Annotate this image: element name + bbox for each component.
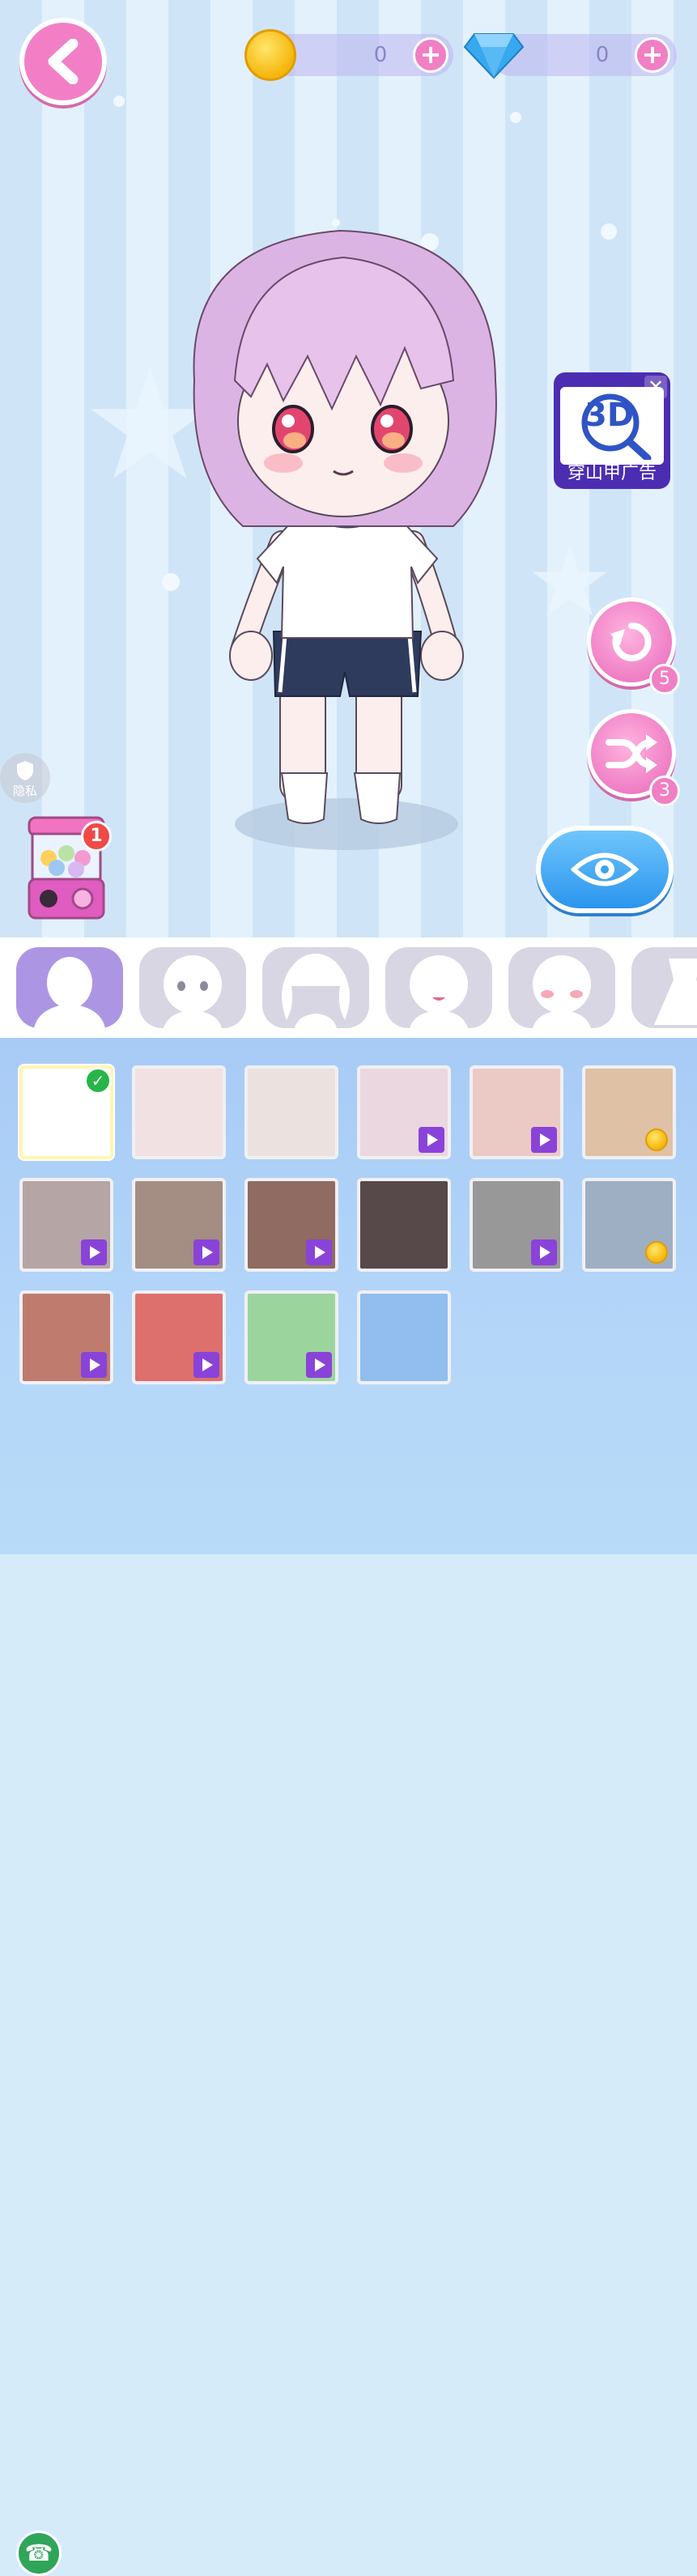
video-ad-icon [81, 1352, 107, 1378]
tab-mouth[interactable] [385, 947, 492, 1028]
ad-label: 穿山甲广告 [567, 463, 657, 483]
color-swatch[interactable] [470, 1178, 563, 1272]
face-icon [164, 955, 222, 1028]
privacy-button[interactable]: 隐私 [0, 753, 50, 803]
color-swatch[interactable] [582, 1065, 676, 1159]
coin-icon [244, 29, 296, 81]
ad-close-button[interactable]: ✕ [644, 376, 667, 398]
preview-button[interactable] [536, 826, 674, 913]
back-button[interactable] [19, 18, 107, 105]
ad-image: 3D [560, 387, 664, 465]
gacha-notification-badge: 1 [81, 821, 112, 852]
color-swatch[interactable]: ✓ [19, 1065, 113, 1159]
video-ad-icon [306, 1352, 332, 1378]
dress-icon [654, 959, 697, 1025]
color-swatch[interactable] [244, 1178, 338, 1272]
color-swatch[interactable] [582, 1178, 676, 1272]
magnifier-icon [581, 393, 652, 460]
chevron-left-icon [48, 39, 79, 84]
video-ad-icon [81, 1239, 107, 1265]
video-ad-icon [531, 1127, 557, 1153]
privacy-label: 隐私 [12, 784, 37, 798]
undo-icon [610, 622, 652, 661]
tab-hair[interactable] [262, 947, 369, 1028]
randomize-count-badge: 3 [649, 776, 680, 806]
coin-icon [645, 1129, 668, 1151]
video-ad-icon [306, 1239, 332, 1265]
check-icon: ✓ [84, 1067, 112, 1095]
coin-count: 0 [373, 43, 388, 67]
video-ad-icon [193, 1352, 219, 1378]
color-swatch[interactable] [132, 1178, 226, 1272]
add-diamonds-button[interactable]: + [635, 37, 670, 73]
phone-button[interactable]: ☎ [16, 2531, 62, 2576]
undo-count-badge: 5 [649, 664, 680, 695]
video-ad-icon [419, 1127, 444, 1153]
hair-icon [282, 954, 350, 1028]
color-swatch[interactable] [357, 1178, 451, 1272]
color-swatch[interactable] [470, 1065, 563, 1159]
shuffle-icon [606, 734, 657, 773]
tab-face[interactable] [139, 947, 246, 1028]
color-swatch[interactable] [132, 1065, 226, 1159]
shield-icon [17, 761, 33, 780]
tab-body-skin[interactable] [16, 947, 123, 1028]
color-swatch[interactable] [19, 1178, 113, 1272]
diamond-count: 0 [595, 43, 610, 67]
add-coins-button[interactable]: + [413, 37, 448, 73]
swatch-panel: ✓ ☎ [0, 1038, 697, 2576]
body-silhouette-icon [34, 957, 105, 1028]
color-swatch[interactable] [19, 1290, 113, 1384]
video-ad-icon [193, 1239, 219, 1265]
color-swatch[interactable] [357, 1290, 451, 1384]
diamond-icon [463, 33, 525, 79]
eye-icon [571, 852, 639, 886]
video-ad-icon [531, 1239, 557, 1265]
color-swatch[interactable] [244, 1065, 338, 1159]
coin-icon [645, 1241, 668, 1264]
tab-outfit[interactable] [631, 947, 697, 1028]
color-swatch[interactable] [244, 1290, 338, 1384]
blush-icon [533, 955, 591, 1028]
color-swatch[interactable] [132, 1290, 226, 1384]
tab-blush[interactable] [508, 947, 615, 1028]
category-tabs [0, 937, 697, 1038]
ad-banner[interactable]: 3D 穿山甲广告 ✕ [554, 372, 670, 489]
mouth-icon [410, 955, 468, 1028]
color-swatch[interactable] [357, 1065, 451, 1159]
